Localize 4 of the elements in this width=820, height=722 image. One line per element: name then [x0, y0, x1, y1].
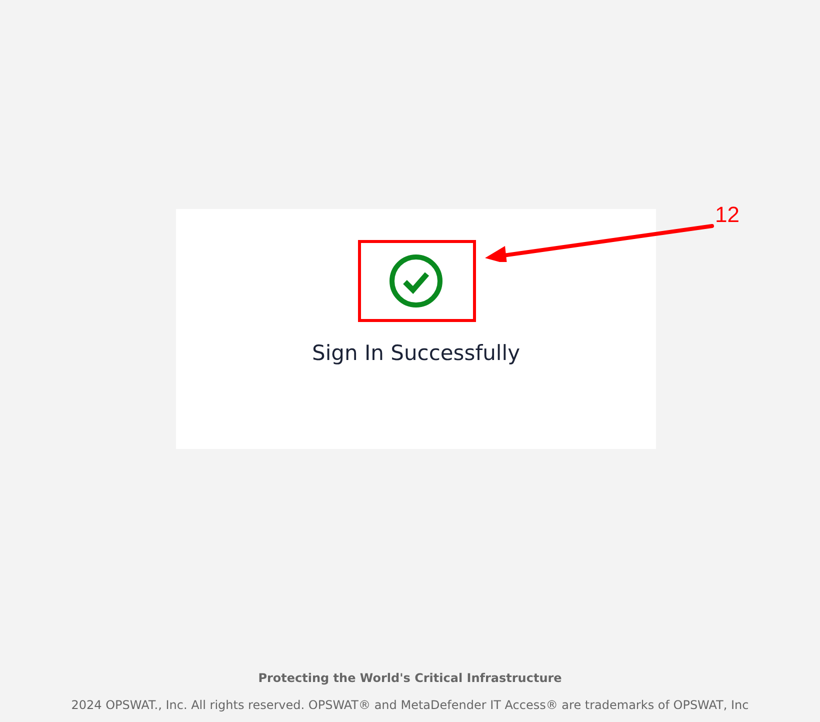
copyright-text: 2024 OPSWAT., Inc. All rights reserved. OPSWAT® and MetaDefender IT Access® are trademarks of OPSWAT, Inc — [71, 698, 749, 712]
success-message: Sign In Successfully — [312, 341, 520, 365]
footer-tagline: Protecting the World's Critical Infrastructure — [258, 671, 562, 685]
annotation-label: 12 — [715, 202, 740, 228]
